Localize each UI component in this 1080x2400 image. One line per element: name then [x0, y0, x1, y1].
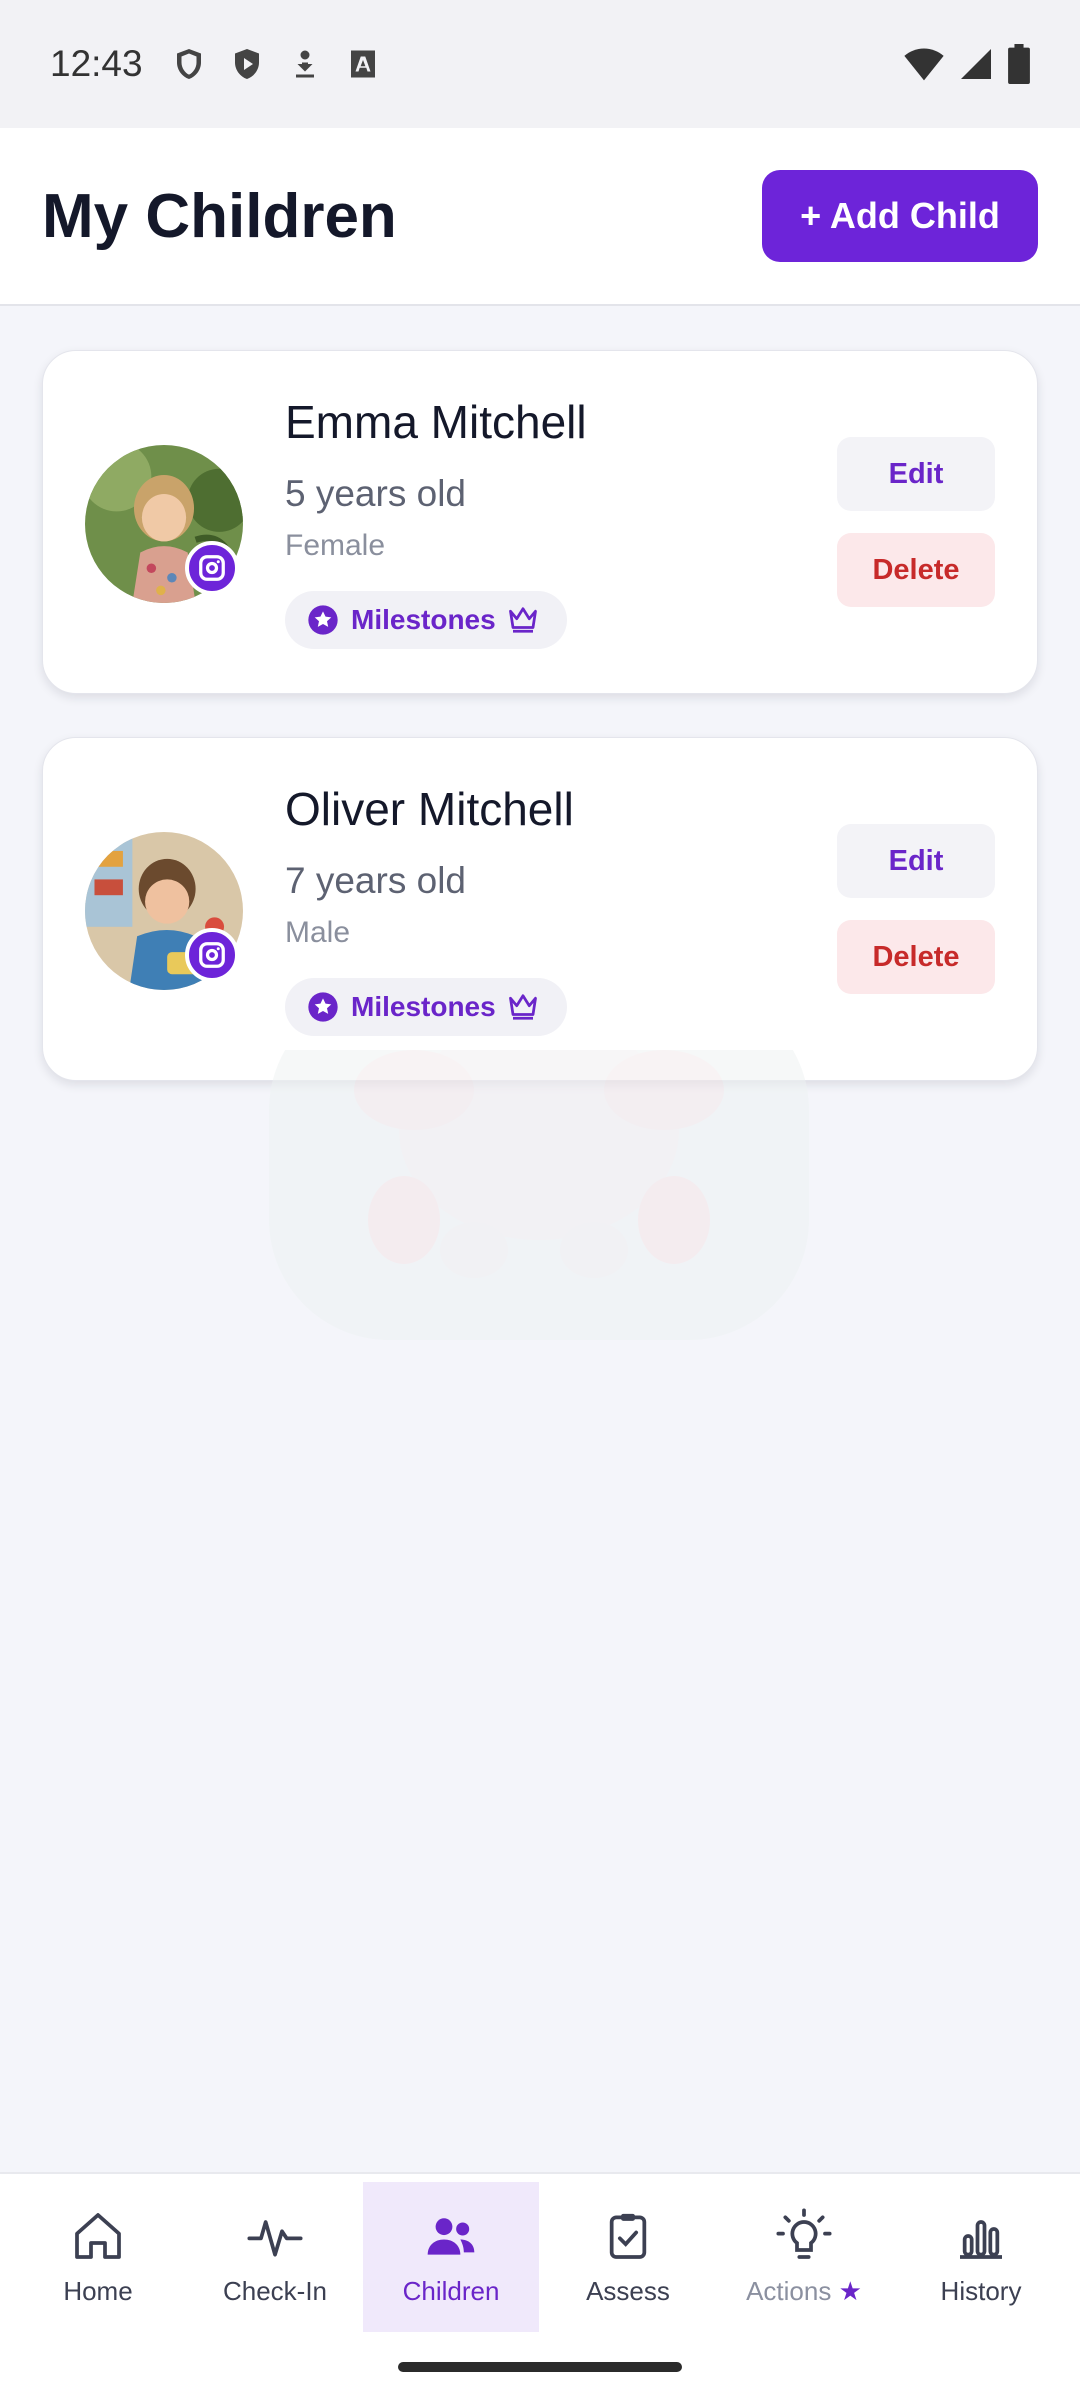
milestones-button[interactable]: Milestones [285, 978, 567, 1036]
child-name: Oliver Mitchell [285, 783, 574, 835]
delete-button[interactable]: Delete [837, 533, 995, 607]
shield-icon [176, 49, 201, 79]
child-gender: Female [285, 529, 386, 562]
nav-item-children[interactable]: Children [363, 2182, 539, 2332]
milestones-label: Milestones [351, 991, 496, 1022]
people-icon [427, 2217, 475, 2255]
home-icon [75, 2212, 121, 2259]
child-age: 5 years old [285, 473, 466, 514]
child-age: 7 years old [285, 860, 466, 901]
nav-item-home[interactable]: Home [10, 2182, 186, 2332]
nav-label: History [940, 2275, 1022, 2306]
status-icons-left [171, 46, 381, 82]
change-photo-button[interactable] [185, 541, 239, 595]
avatar-wrap [85, 445, 243, 603]
child-card: Emma Mitchell 5 years old Female Milesto… [42, 350, 1038, 694]
wifi-icon [904, 48, 944, 81]
play-shield-icon [234, 49, 259, 79]
child-name: Emma Mitchell [285, 396, 587, 448]
pulse-icon [247, 2219, 303, 2257]
nav-label: Actions ★ [746, 2275, 862, 2306]
child-card: Oliver Mitchell 7 years old Male Milesto… [42, 737, 1038, 1081]
bar-chart-icon [960, 2219, 1002, 2259]
status-time: 12:43 [50, 43, 143, 84]
edit-button[interactable]: Edit [837, 824, 995, 898]
milestones-label: Milestones [351, 604, 496, 635]
nav-label: Home [63, 2275, 133, 2306]
star-circle-icon [308, 992, 338, 1022]
status-icons-right [904, 44, 1030, 84]
nav-item-assess[interactable]: Assess [540, 2182, 716, 2332]
star-icon: ★ [838, 2275, 862, 2306]
nav-label: Check-In [222, 2275, 328, 2306]
nav-item-check-in[interactable]: Check-In [187, 2182, 363, 2332]
crown-icon [508, 607, 537, 633]
nav-item-actions[interactable]: Actions ★ [716, 2182, 892, 2332]
edit-button[interactable]: Edit [837, 437, 995, 511]
child-gender: Male [285, 916, 351, 949]
home-indicator[interactable] [398, 2362, 682, 2372]
camera-icon [199, 942, 225, 968]
elephant-watermark-image [269, 1050, 809, 1340]
download-icon [295, 50, 314, 78]
change-photo-button[interactable] [185, 928, 239, 982]
nav-item-history[interactable]: History [893, 2182, 1069, 2332]
clipboard-check-icon [609, 2213, 647, 2259]
camera-icon [199, 555, 225, 581]
status-bar: 12:43 [0, 0, 1080, 128]
battery-icon [1008, 44, 1030, 84]
delete-button[interactable]: Delete [837, 920, 995, 994]
milestones-button[interactable]: Milestones [285, 591, 567, 649]
font-icon [350, 50, 375, 78]
nav-label: Assess [586, 2275, 670, 2306]
nav-label: Children [402, 2275, 500, 2306]
star-circle-icon [308, 605, 338, 635]
signal-icon [961, 49, 991, 79]
avatar-wrap [85, 832, 243, 990]
header: My Children + Add Child [0, 128, 1080, 306]
lightbulb-icon [776, 2207, 832, 2259]
page-title: My Children [42, 181, 397, 251]
crown-icon [508, 994, 537, 1020]
add-child-button[interactable]: + Add Child [762, 170, 1038, 262]
